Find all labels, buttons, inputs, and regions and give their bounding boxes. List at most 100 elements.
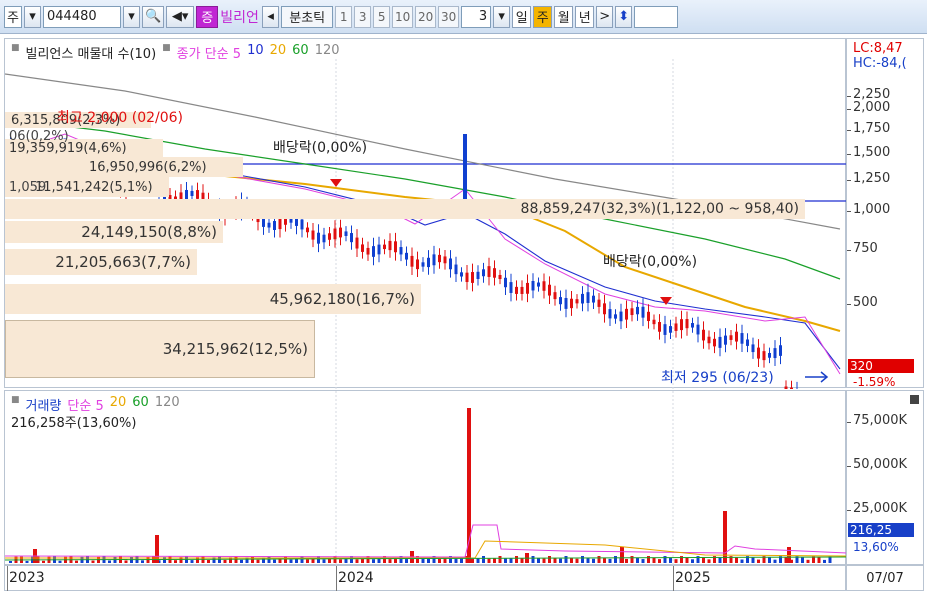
candle	[718, 336, 722, 348]
candle	[427, 257, 430, 268]
volume-bar	[339, 559, 342, 563]
margin-badge[interactable]: 증	[196, 5, 219, 28]
legend-ma120: 120	[314, 43, 340, 58]
volume-bar	[487, 558, 491, 563]
candle	[674, 323, 678, 331]
price-axis[interactable]: LC:8,47 HC:-84,( 2,250 2,000 1,750 1,500…	[846, 38, 924, 388]
current-volume-label: 216,258주(13,60%)	[11, 416, 137, 431]
volume-bar	[454, 558, 458, 563]
volume-bar	[768, 557, 771, 563]
candle	[311, 230, 315, 240]
change-pct-tag: -1.59%	[853, 375, 896, 387]
candle	[476, 271, 480, 279]
interval-30[interactable]: 30	[438, 5, 460, 28]
interval-10[interactable]: 10	[392, 5, 414, 28]
search-button[interactable]: 🔍	[142, 5, 165, 28]
volume-bar	[190, 560, 194, 563]
candle	[372, 246, 375, 257]
candle	[773, 348, 777, 359]
period-week[interactable]: 주	[533, 5, 553, 28]
period-year[interactable]: 년	[575, 5, 595, 28]
extra-input[interactable]	[634, 5, 679, 28]
volume-profile-bar: 16,950,996(6,2%)	[5, 157, 243, 177]
volume-bar	[405, 559, 408, 563]
dividend-label: 배당락(0,00%)	[603, 254, 698, 270]
price-chart-panel[interactable]: ■ 빌리언스 매물대 수(10) ■ 종가 단순 5 10 20 60 120 …	[4, 38, 847, 389]
prev-button[interactable]: ◂	[262, 5, 280, 28]
volume-bar	[597, 556, 601, 563]
count-dropdown-button[interactable]: ▾	[493, 5, 511, 28]
candle	[487, 266, 491, 277]
volume-bar	[322, 559, 326, 563]
candle	[361, 244, 364, 252]
candle	[504, 277, 507, 288]
volume-bar	[773, 559, 777, 563]
candle	[443, 256, 447, 264]
volume-profile-bar: 88,859,247(32,3%)(1,122,00 ~ 958,40)	[5, 199, 805, 219]
candle	[702, 329, 705, 341]
volume-chart-panel[interactable]: ■ 거래량 단순 5 20 60 120 216,258주(13,60%)	[4, 390, 847, 566]
updown-button[interactable]: ⬍	[615, 5, 633, 28]
chevron-down-icon: ▾	[29, 9, 36, 24]
price-tick: 750	[853, 241, 878, 256]
legend-square-icon: ■	[162, 43, 171, 53]
candle	[669, 326, 672, 333]
volume-bar	[564, 556, 568, 563]
legend-vol-ma120: 120	[154, 395, 180, 410]
legend-ma60: 60	[292, 43, 309, 58]
time-axis[interactable]: 2023 2024 2025	[4, 565, 846, 591]
candle	[482, 269, 485, 277]
volume-bar	[372, 559, 375, 563]
volume-axis[interactable]: 75,000K 50,000K 25,000K 216,25 13,60%	[846, 390, 924, 565]
price-tick: 1,750	[853, 121, 891, 136]
candle	[454, 264, 458, 275]
candle	[344, 231, 348, 236]
candle	[432, 254, 436, 266]
candle	[531, 281, 535, 291]
volume-bar	[702, 557, 705, 563]
lc-label: LC:8,47	[853, 41, 903, 56]
next-button[interactable]: >	[596, 5, 614, 28]
market-select[interactable]: 주	[4, 5, 22, 28]
volume-bar	[91, 560, 95, 563]
period-day[interactable]: 일	[512, 5, 532, 28]
volume-bar	[284, 556, 287, 563]
interval-type[interactable]: 분초틱	[281, 5, 334, 28]
interval-3[interactable]: 3	[354, 5, 372, 28]
market-dropdown-button[interactable]: ▾	[24, 5, 41, 28]
panel-close-icon[interactable]	[910, 395, 919, 404]
volume-tick: 25,000K	[853, 501, 908, 516]
volume-tick: 75,000K	[853, 413, 908, 428]
price-tick: 2,000	[853, 100, 891, 115]
legend-square-icon: ■	[11, 43, 20, 53]
code-dropdown-button[interactable]: ▾	[123, 5, 140, 28]
volume-tick: 50,000K	[853, 457, 908, 472]
interval-5[interactable]: 5	[373, 5, 391, 28]
updown-arrow-icon: ⬍	[618, 9, 630, 24]
current-volume-tag: 216,25	[848, 523, 914, 537]
stock-code-input[interactable]: 044480	[43, 5, 121, 28]
period-month[interactable]: 월	[554, 5, 574, 28]
sound-button[interactable]: ◀▾	[166, 5, 195, 28]
candle	[564, 298, 568, 309]
volume-bar	[735, 557, 738, 563]
interval-1[interactable]: 1	[335, 5, 353, 28]
interval-20[interactable]: 20	[415, 5, 437, 28]
count-input[interactable]: 3	[461, 5, 492, 28]
candle	[713, 338, 716, 347]
candle	[570, 298, 573, 309]
dividend-arrow-icon	[330, 179, 342, 187]
candle	[735, 331, 738, 342]
volume-bar	[652, 557, 656, 563]
volume-bar	[663, 556, 667, 563]
candle	[652, 319, 656, 325]
volume-bar	[674, 559, 678, 563]
chevron-down-icon: ▾	[498, 9, 505, 24]
volume-bar	[58, 560, 62, 563]
volume-bar	[658, 559, 661, 563]
low-price-label: 최저 295 (06/23)	[661, 370, 774, 386]
candle	[685, 319, 689, 329]
volume-profile-bar: 45,962,180(16,7%)	[5, 284, 421, 314]
volume-bar	[751, 557, 755, 563]
volume-bar	[471, 558, 474, 563]
